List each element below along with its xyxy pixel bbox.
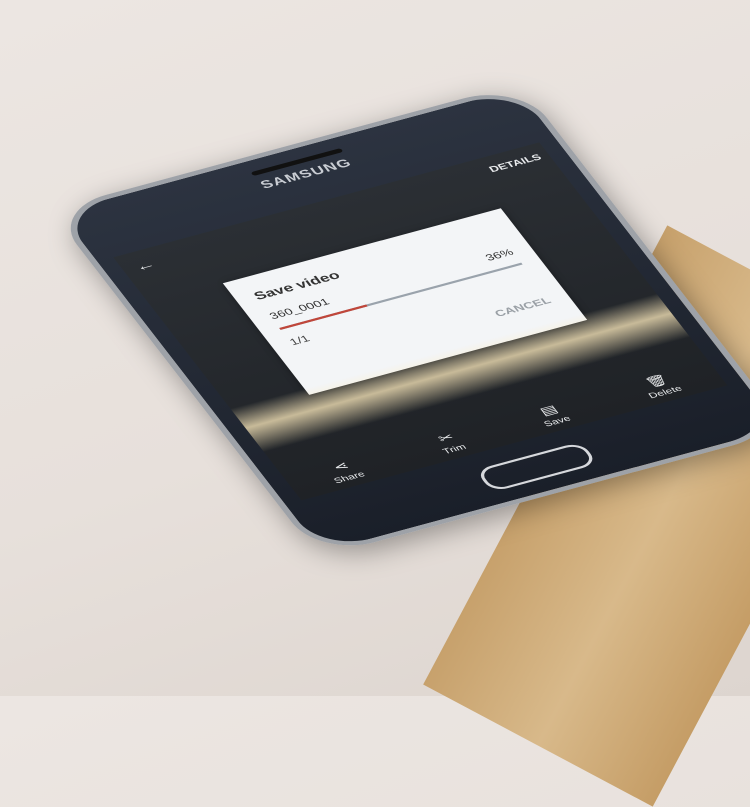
save-button[interactable]: ▤ Save [532, 401, 572, 428]
share-button[interactable]: ⋖ Share [322, 456, 367, 486]
file-count: 1/1 [286, 333, 313, 348]
trim-button[interactable]: ✂ Trim [430, 429, 468, 456]
delete-button[interactable]: 🗑 Delete [636, 371, 684, 401]
photo-scene: SAMSUNG ← DETAILS Save video 360_0001 36… [0, 0, 750, 807]
cancel-button[interactable]: CANCEL [492, 295, 553, 319]
dialog-title: Save video [251, 269, 344, 303]
progress-percent: 36% [482, 246, 516, 263]
progress-bar [279, 262, 523, 330]
